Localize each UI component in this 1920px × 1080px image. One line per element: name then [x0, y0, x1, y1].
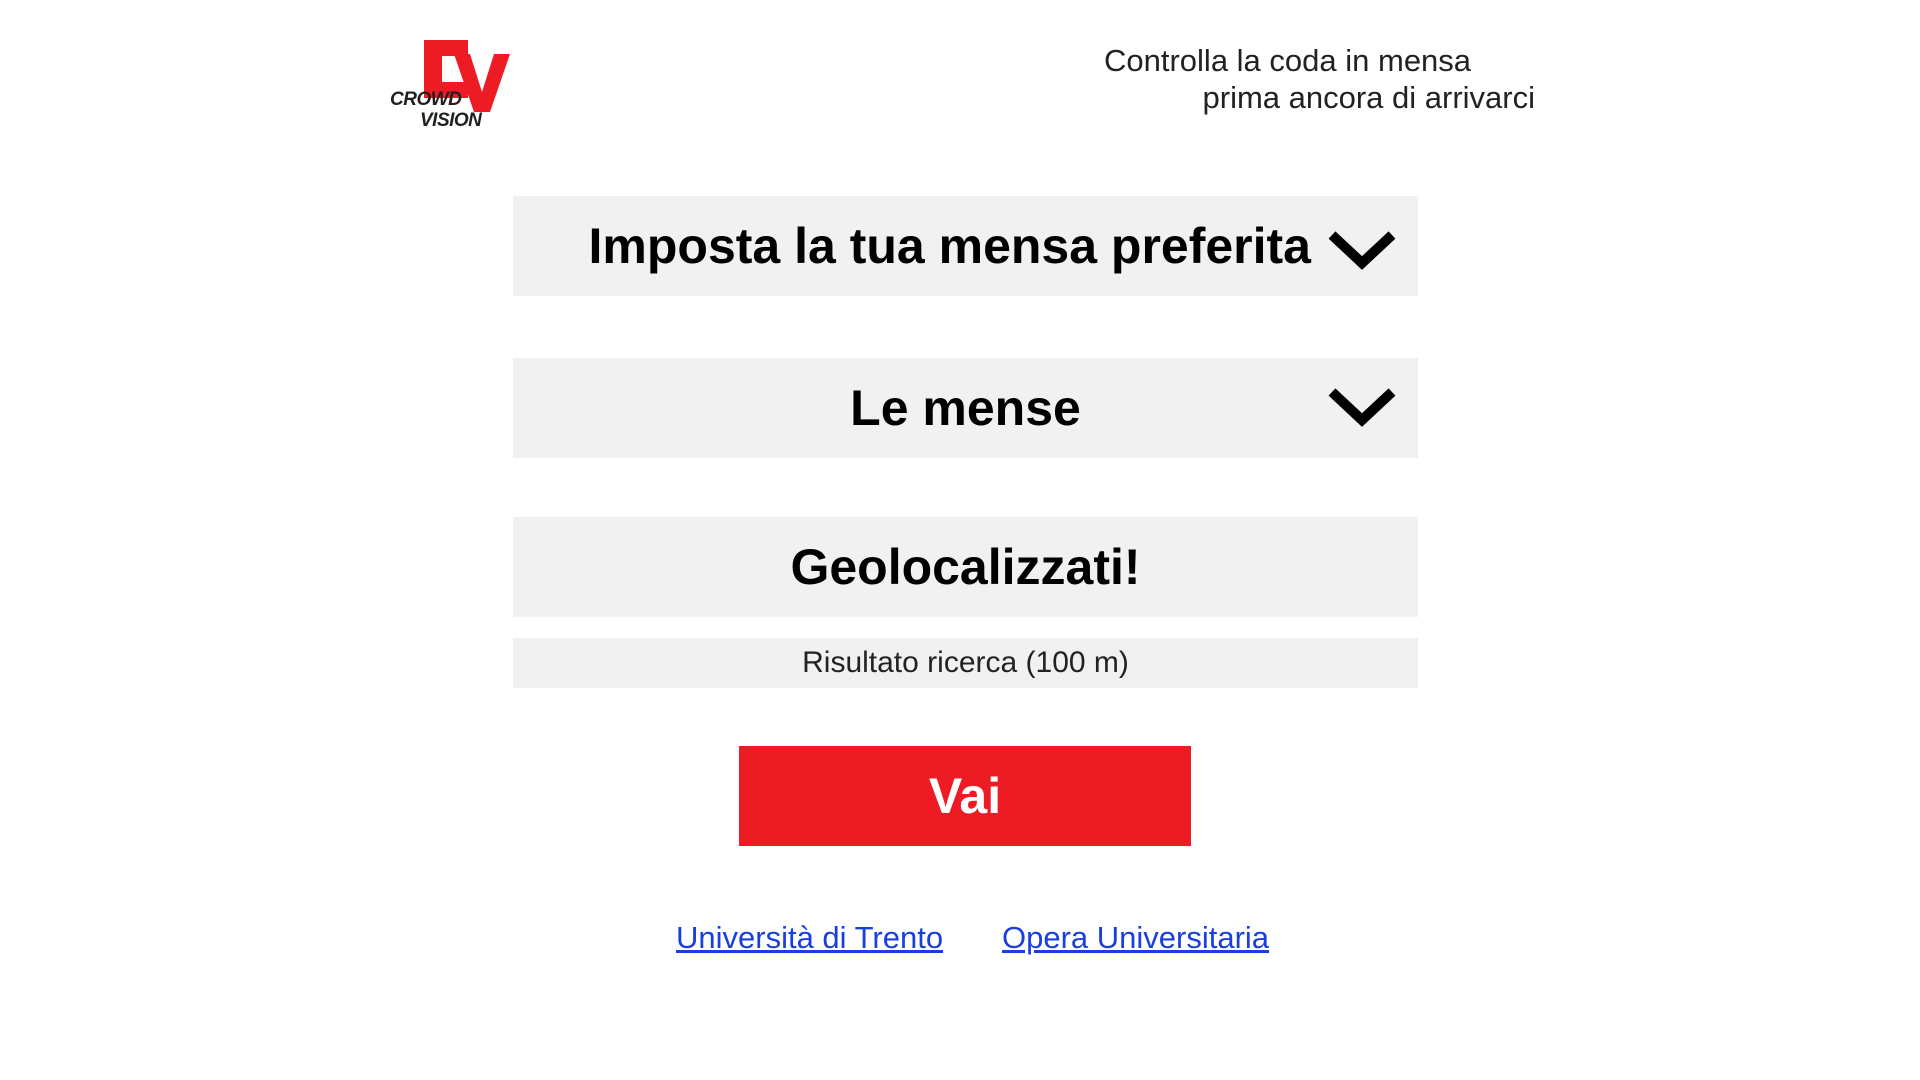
canteens-dropdown[interactable]: Le mense [513, 358, 1418, 458]
link-opera-universitaria[interactable]: Opera Universitaria [1002, 920, 1269, 956]
logo-word-bottom: VISION [420, 110, 483, 131]
link-universita-di-trento[interactable]: Università di Trento [676, 920, 943, 956]
logo-mark: CROWD VISION [390, 40, 510, 131]
geolocate-button[interactable]: Geolocalizzati! [513, 517, 1418, 617]
favorite-canteen-dropdown[interactable]: Imposta la tua mensa preferita [513, 196, 1418, 296]
tagline-line-2: prima ancora di arrivarci [1202, 80, 1536, 115]
footer-links: Università di Trento Opera Universitaria [0, 920, 1920, 960]
favorite-canteen-label: Imposta la tua mensa preferita [588, 218, 1311, 274]
tagline: Controlla la coda in mensa prima ancora … [1000, 42, 1535, 116]
chevron-down-icon[interactable] [1326, 229, 1398, 271]
crowdvision-logo[interactable]: CROWD VISION [390, 36, 512, 132]
page: CROWD VISION Controlla la coda in mensa … [0, 0, 1920, 1080]
go-button[interactable]: Vai [739, 746, 1191, 846]
search-result: Risultato ricerca (100 m) [513, 638, 1418, 688]
logo-word-top: CROWD [390, 89, 462, 110]
tagline-line-1: Controlla la coda in mensa [1104, 43, 1472, 78]
geolocate-label: Geolocalizzati! [790, 539, 1141, 595]
chevron-down-icon[interactable] [1326, 386, 1398, 428]
canteens-label: Le mense [850, 380, 1081, 436]
